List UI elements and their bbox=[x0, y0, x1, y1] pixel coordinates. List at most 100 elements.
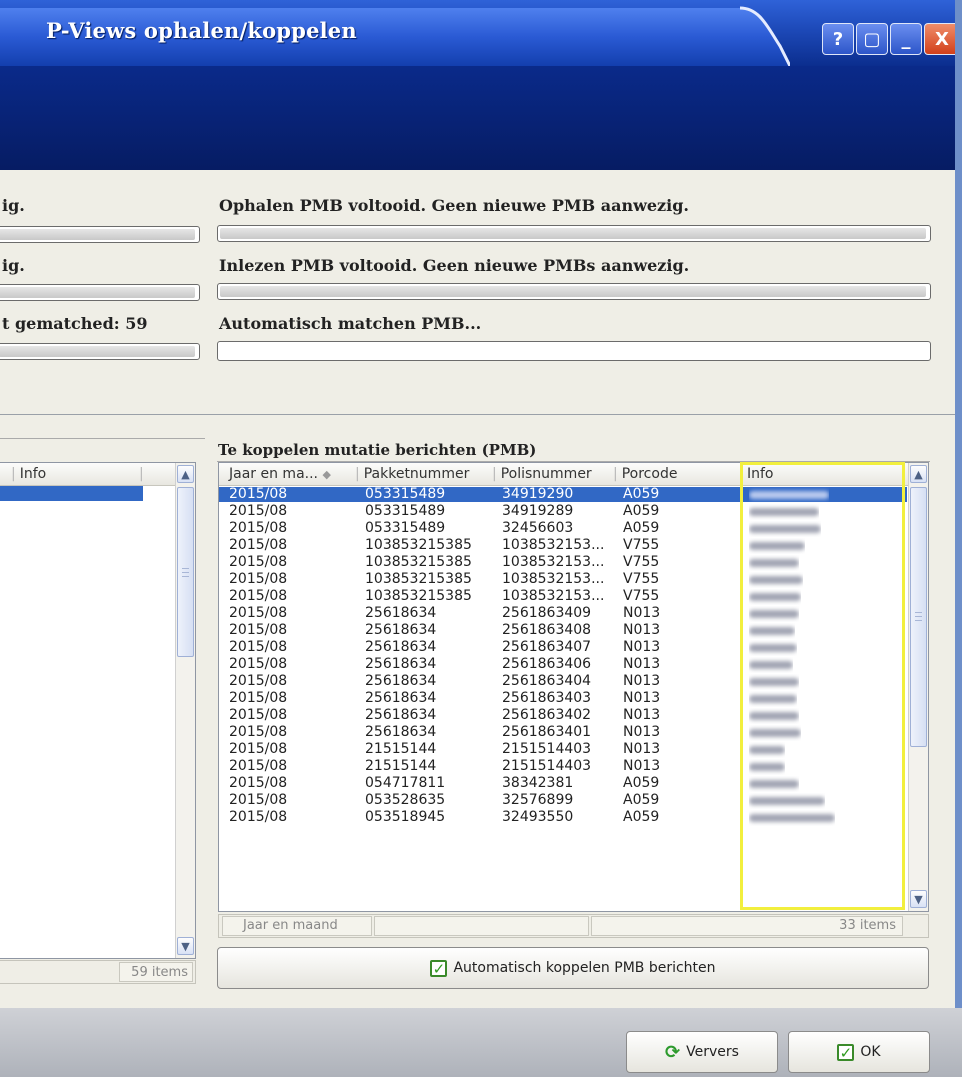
col-header-polis[interactable]: | Polisnummer bbox=[492, 463, 592, 485]
fetch-status-label: Ophalen PMB voltooid. Geen nieuwe PMB aa… bbox=[219, 196, 689, 215]
redacted-info-cell bbox=[749, 487, 829, 503]
table-cell: 053315489 bbox=[365, 504, 446, 519]
redacted-info-cell bbox=[749, 742, 785, 758]
pmb-list-statusbar: Jaar en maand 33 items bbox=[218, 914, 929, 938]
table-cell: 34919289 bbox=[502, 504, 574, 519]
table-cell: N013 bbox=[623, 708, 661, 723]
left-list-selected-row[interactable] bbox=[0, 486, 143, 501]
table-cell: N013 bbox=[623, 640, 661, 655]
col-header-jaar[interactable]: Jaar en ma... ◆ bbox=[229, 463, 331, 486]
table-row[interactable]: 2015/08 053528635 32576899 A059 bbox=[219, 793, 907, 808]
pmb-scroll-down-icon[interactable]: ▼ bbox=[910, 890, 927, 908]
refresh-label: Ververs bbox=[686, 1044, 739, 1060]
table-row[interactable]: 2015/08 25618634 2561863403 N013 bbox=[219, 691, 907, 706]
left-scroll-down-icon[interactable]: ▼ bbox=[177, 937, 194, 955]
table-row[interactable]: 2015/08 21515144 2151514403 N013 bbox=[219, 742, 907, 757]
table-cell: 2561863403 bbox=[502, 691, 592, 706]
table-row[interactable]: 2015/08 25618634 2561863409 N013 bbox=[219, 606, 907, 621]
refresh-button[interactable]: ⟳ Ververs bbox=[626, 1031, 778, 1073]
pmb-list-scrollbar[interactable]: ▲ ▼ bbox=[908, 463, 928, 911]
title-bar: P-Views ophalen/koppelen ? ▢ _ X bbox=[0, 0, 962, 66]
table-cell: A059 bbox=[623, 810, 660, 825]
auto-link-button[interactable]: ✓ Automatisch koppelen PMB berichten bbox=[217, 947, 929, 989]
table-row[interactable]: 2015/08 103853215385 1038532153... V755 bbox=[219, 589, 907, 604]
table-cell: 2151514403 bbox=[502, 742, 592, 757]
table-row[interactable]: 2015/08 053518945 32493550 A059 bbox=[219, 810, 907, 825]
redacted-info-cell bbox=[749, 776, 799, 792]
checkmark-icon: ✓ bbox=[430, 959, 448, 977]
minimize-icon: _ bbox=[901, 28, 911, 50]
table-cell: 2015/08 bbox=[229, 623, 288, 638]
left-header-info[interactable]: Info bbox=[20, 466, 47, 482]
table-cell: 1038532153... bbox=[502, 538, 605, 553]
left-list-scrollbar[interactable]: ▲ ▼ bbox=[175, 463, 195, 958]
table-cell: A059 bbox=[623, 776, 660, 791]
table-cell: 25618634 bbox=[365, 657, 437, 672]
match-status-label: Automatisch matchen PMB... bbox=[219, 314, 482, 333]
ok-button[interactable]: ✓ OK bbox=[788, 1031, 930, 1073]
table-row[interactable]: 2015/08 103853215385 1038532153... V755 bbox=[219, 555, 907, 570]
table-cell: 25618634 bbox=[365, 640, 437, 655]
pmb-item-count: 33 items bbox=[591, 916, 903, 936]
table-cell: 38342381 bbox=[502, 776, 574, 791]
table-cell: 2015/08 bbox=[229, 810, 288, 825]
col-header-porcode[interactable]: | Porcode bbox=[613, 463, 677, 485]
table-row[interactable]: 2015/08 053315489 34919289 A059 bbox=[219, 504, 907, 519]
pmb-group-by-label[interactable]: Jaar en maand bbox=[222, 916, 372, 936]
table-cell: 103853215385 bbox=[365, 572, 472, 587]
redacted-info-cell bbox=[749, 674, 799, 690]
left-progress-bar-3 bbox=[0, 343, 200, 360]
table-cell: 25618634 bbox=[365, 708, 437, 723]
pmb-status-cell bbox=[374, 916, 589, 936]
table-row[interactable]: 2015/08 103853215385 1038532153... V755 bbox=[219, 572, 907, 587]
pmb-scroll-up-icon[interactable]: ▲ bbox=[910, 465, 927, 483]
left-group-line bbox=[0, 438, 205, 439]
table-row[interactable]: 2015/08 054717811 38342381 A059 bbox=[219, 776, 907, 791]
redacted-info-cell bbox=[749, 521, 821, 537]
table-cell: N013 bbox=[623, 725, 661, 740]
table-row[interactable]: 2015/08 25618634 2561863402 N013 bbox=[219, 708, 907, 723]
restore-icon: ▢ bbox=[863, 28, 881, 50]
read-status-label: Inlezen PMB voltooid. Geen nieuwe PMBs a… bbox=[219, 256, 690, 275]
table-cell: 053518945 bbox=[365, 810, 446, 825]
left-progress-bar-2 bbox=[0, 284, 200, 301]
table-cell: 1038532153... bbox=[502, 589, 605, 604]
minimize-button[interactable]: _ bbox=[890, 23, 922, 55]
col-header-pakket[interactable]: | Pakketnummer bbox=[355, 463, 469, 485]
table-cell: 25618634 bbox=[365, 674, 437, 689]
table-cell: 2015/08 bbox=[229, 640, 288, 655]
table-cell: V755 bbox=[623, 555, 660, 570]
table-cell: 2015/08 bbox=[229, 589, 288, 604]
left-status-label-3: t gematched: 59 bbox=[2, 314, 148, 333]
window-title: P-Views ophalen/koppelen bbox=[46, 18, 357, 43]
table-cell: 32576899 bbox=[502, 793, 574, 808]
ok-checkmark-icon: ✓ bbox=[837, 1043, 855, 1061]
table-row[interactable]: 2015/08 25618634 2561863406 N013 bbox=[219, 657, 907, 672]
table-cell: 2561863404 bbox=[502, 674, 592, 689]
left-scroll-up-icon[interactable]: ▲ bbox=[177, 465, 194, 483]
table-row[interactable]: 2015/08 25618634 2561863401 N013 bbox=[219, 725, 907, 740]
table-cell: 2015/08 bbox=[229, 487, 288, 502]
col-header-info[interactable]: Info bbox=[747, 463, 774, 485]
table-cell: V755 bbox=[623, 538, 660, 553]
pmb-scroll-thumb[interactable] bbox=[910, 487, 927, 747]
table-cell: 2151514403 bbox=[502, 759, 592, 774]
restore-button[interactable]: ▢ bbox=[856, 23, 888, 55]
redacted-info-cell bbox=[749, 759, 785, 775]
table-row[interactable]: 2015/08 21515144 2151514403 N013 bbox=[219, 759, 907, 774]
close-icon: X bbox=[935, 28, 949, 50]
help-icon: ? bbox=[832, 28, 844, 50]
redacted-info-cell bbox=[749, 555, 799, 571]
table-row[interactable]: 2015/08 25618634 2561863407 N013 bbox=[219, 640, 907, 655]
table-cell: 32493550 bbox=[502, 810, 574, 825]
left-scroll-thumb[interactable] bbox=[177, 487, 194, 657]
help-button[interactable]: ? bbox=[822, 23, 854, 55]
table-row[interactable]: 2015/08 053315489 32456603 A059 bbox=[219, 521, 907, 536]
table-row[interactable]: 2015/08 25618634 2561863404 N013 bbox=[219, 674, 907, 689]
table-row[interactable]: 2015/08 103853215385 1038532153... V755 bbox=[219, 538, 907, 553]
table-row[interactable]: 2015/08 25618634 2561863408 N013 bbox=[219, 623, 907, 638]
pmb-list-header: Jaar en ma... ◆ | Pakketnummer | Polisnumm… bbox=[219, 463, 908, 486]
table-cell: A059 bbox=[623, 487, 660, 502]
table-row[interactable]: 2015/08 053315489 34919290 A059 bbox=[219, 487, 907, 502]
read-progress-bar bbox=[217, 283, 931, 300]
